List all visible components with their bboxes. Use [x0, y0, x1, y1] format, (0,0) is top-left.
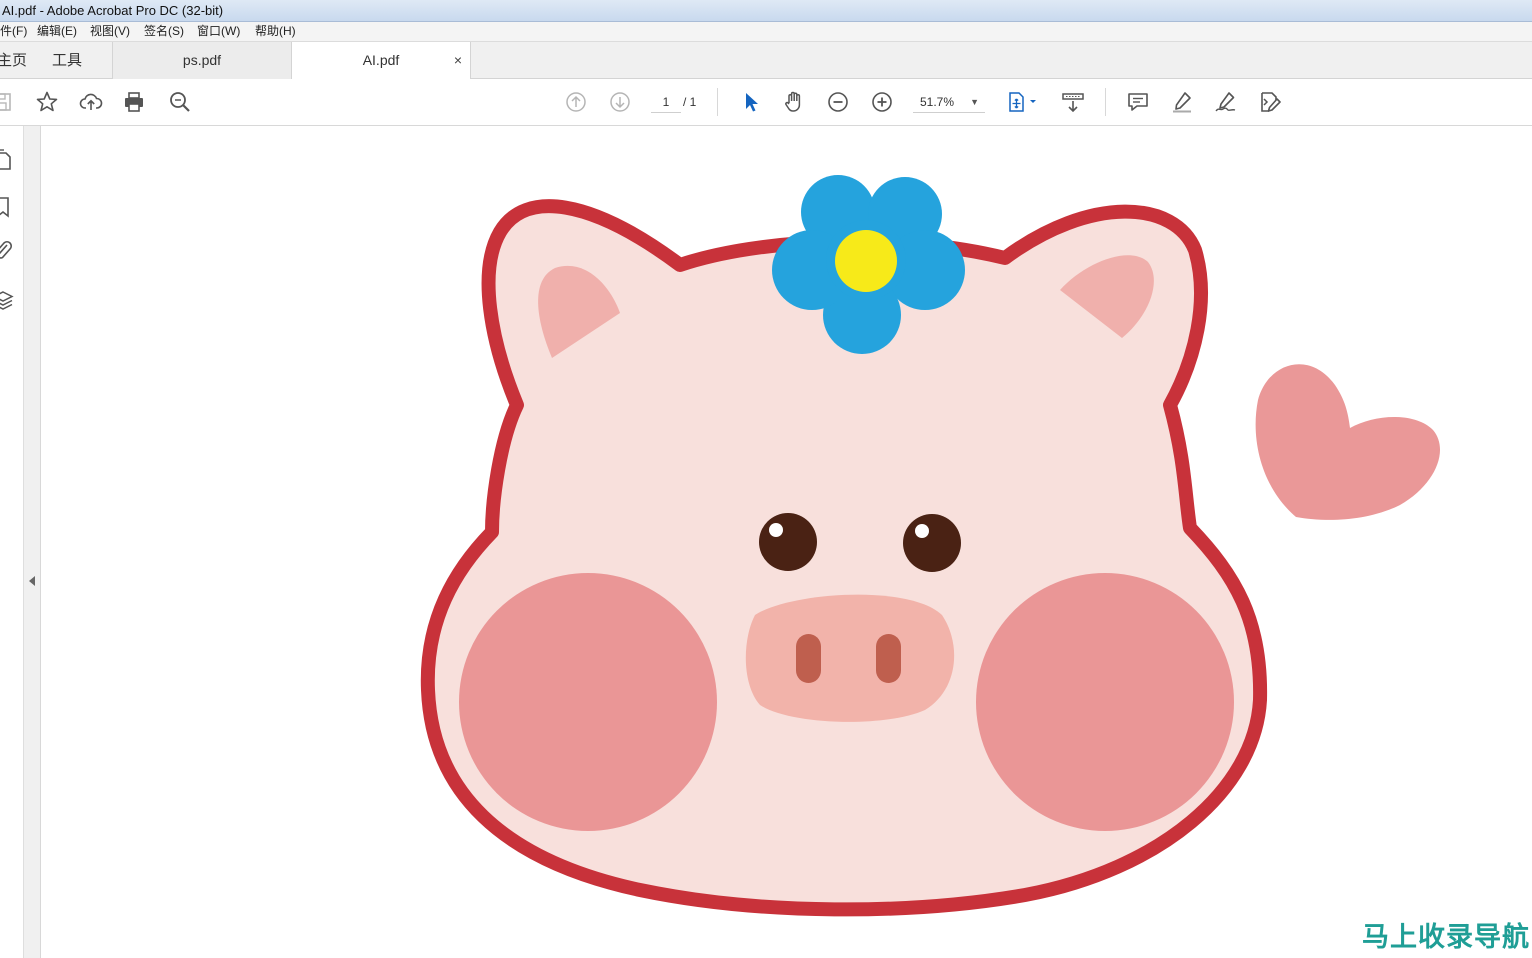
tab-bar: 主页 工具 ps.pdf AI.pdf × — [0, 42, 1532, 80]
print-button[interactable] — [120, 89, 148, 115]
page-thumbnails-button[interactable] — [0, 148, 14, 172]
page-total: / 1 — [683, 95, 697, 109]
left-eye — [759, 513, 817, 571]
paperclip-icon — [0, 240, 13, 259]
bookmark-icon — [0, 197, 9, 218]
previous-page-button[interactable] — [562, 89, 590, 115]
bookmarks-panel-button[interactable] — [0, 195, 14, 219]
toolbar-divider — [1105, 88, 1106, 116]
zoom-out-icon — [828, 92, 848, 112]
next-page-button[interactable] — [606, 89, 634, 115]
watermark-text: 马上收录导航 — [1362, 922, 1530, 953]
fit-page-icon — [1009, 92, 1036, 112]
cloud-upload-icon — [79, 93, 103, 110]
close-tab-button[interactable]: × — [454, 42, 462, 79]
zoom-value: 51.7% — [920, 95, 955, 109]
edit-pdf-button[interactable] — [1256, 89, 1284, 115]
chevron-left-icon — [29, 576, 35, 586]
flower-center — [835, 230, 897, 292]
right-eye — [903, 514, 961, 572]
tab-document-ai[interactable]: AI.pdf × — [292, 42, 471, 80]
layers-panel-button[interactable] — [0, 288, 14, 312]
tab-document-ps[interactable]: ps.pdf — [112, 42, 292, 79]
zoom-out-button[interactable] — [824, 89, 852, 115]
bookmark-button[interactable] — [33, 89, 61, 115]
window-title-bar: AI.pdf - Adobe Acrobat Pro DC (32-bit) — [0, 0, 1532, 22]
tab-tools[interactable]: 工具 — [52, 42, 82, 79]
star-icon — [36, 91, 58, 112]
left-cheek — [459, 573, 717, 831]
left-navigation-panel — [0, 126, 24, 958]
tab-home[interactable]: 主页 — [0, 42, 27, 79]
sign-button[interactable] — [1212, 89, 1240, 115]
fit-page-button[interactable] — [1004, 89, 1040, 115]
panel-collapse-handle[interactable] — [24, 126, 41, 958]
sign-icon — [1215, 92, 1236, 112]
comment-icon — [1128, 93, 1148, 111]
left-nostril — [796, 634, 821, 683]
tab-label: ps.pdf — [182, 52, 222, 68]
menu-bar: 件(F) 编辑(E) 视图(V) 签名(S) 窗口(W) 帮助(H) — [0, 22, 1532, 42]
page-down-icon — [610, 92, 630, 112]
comment-button[interactable] — [1124, 89, 1152, 115]
hand-tool-button[interactable] — [780, 89, 808, 115]
zoom-level-select[interactable]: 51.7% ▼ — [913, 91, 985, 113]
pig-illustration — [420, 175, 1441, 917]
layers-icon — [0, 291, 14, 310]
upload-button[interactable] — [77, 89, 105, 115]
menu-sign[interactable]: 签名(S) — [144, 22, 184, 41]
save-button[interactable] — [0, 89, 16, 115]
menu-file[interactable]: 件(F) — [0, 22, 27, 41]
document-view[interactable]: 马上收录导航 — [41, 126, 1532, 958]
toolbar-divider — [717, 88, 718, 116]
menu-help[interactable]: 帮助(H) — [255, 22, 296, 41]
pages-icon — [0, 149, 11, 170]
pointer-icon — [746, 93, 758, 112]
edit-pdf-icon — [1261, 92, 1281, 112]
scroll-mode-button[interactable] — [1059, 89, 1087, 115]
chevron-down-icon: ▼ — [970, 97, 979, 107]
tab-label: AI.pdf — [362, 52, 400, 68]
zoom-in-button[interactable] — [868, 89, 896, 115]
right-eye-highlight — [915, 524, 929, 538]
right-cheek — [976, 573, 1234, 831]
attachments-panel-button[interactable] — [0, 239, 14, 263]
select-tool-button[interactable] — [737, 89, 765, 115]
left-eye-highlight — [769, 523, 783, 537]
toolbar: 1 / 1 51.7% ▼ — [0, 79, 1532, 126]
menu-view[interactable]: 视图(V) — [90, 22, 130, 41]
search-button[interactable] — [166, 89, 194, 115]
page-up-icon — [566, 92, 586, 112]
window-title: AI.pdf - Adobe Acrobat Pro DC (32-bit) — [2, 3, 224, 18]
highlight-icon — [1173, 92, 1191, 113]
scroll-mode-icon — [1062, 93, 1084, 113]
menu-window[interactable]: 窗口(W) — [197, 22, 240, 41]
snout — [745, 594, 955, 722]
search-zoom-icon — [170, 92, 190, 112]
zoom-in-icon — [872, 92, 892, 112]
save-icon — [0, 93, 11, 111]
page-number-input[interactable]: 1 — [651, 91, 681, 113]
menu-edit[interactable]: 编辑(E) — [37, 22, 77, 41]
right-nostril — [876, 634, 901, 683]
print-icon — [125, 92, 143, 112]
hand-icon — [785, 91, 801, 112]
highlight-button[interactable] — [1168, 89, 1196, 115]
heart-shape — [1255, 364, 1441, 520]
